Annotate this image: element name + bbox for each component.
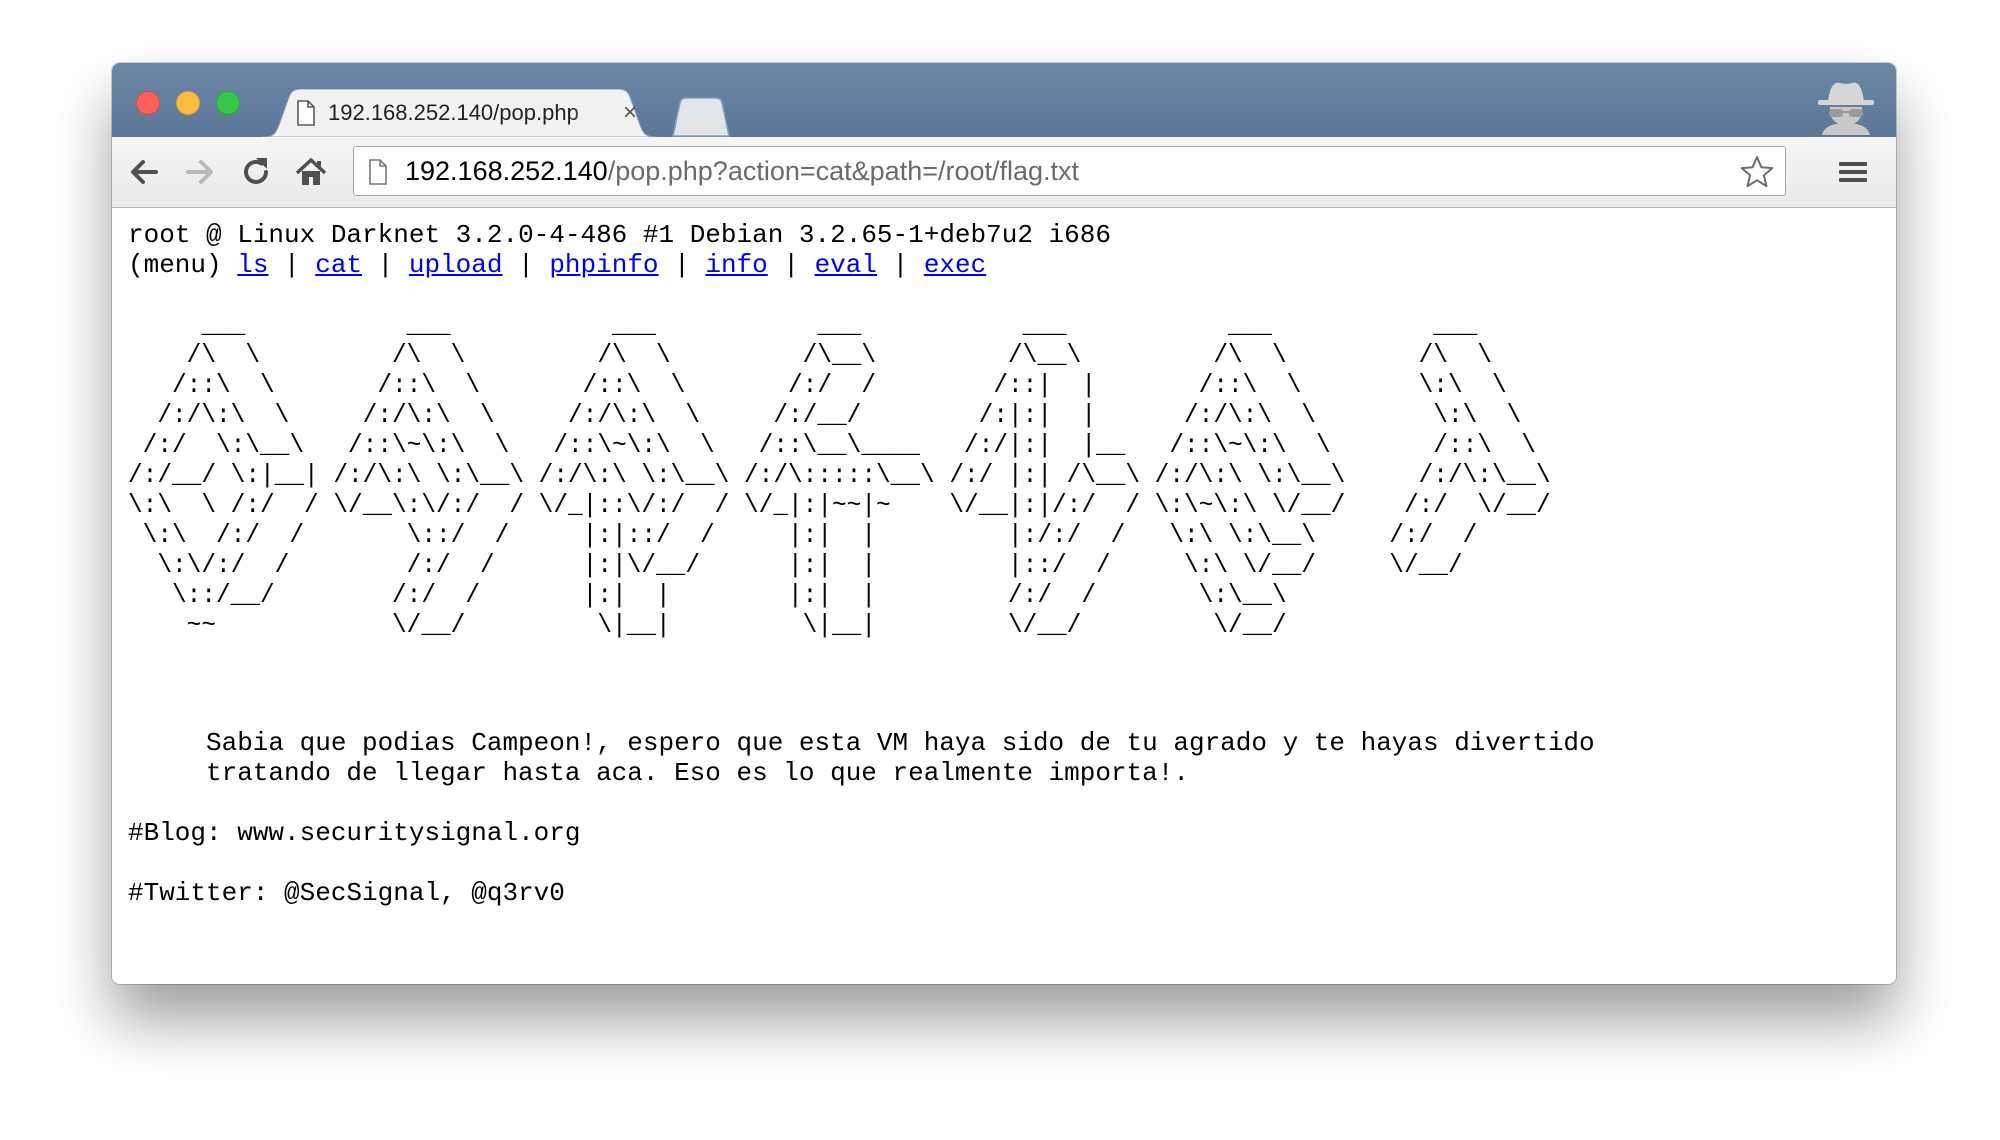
tab-close-icon[interactable]: × xyxy=(618,99,642,127)
browser-window: 192.168.252.140/pop.php × 192.168.252.14… xyxy=(112,63,1896,984)
ascii-art-line: \:\ /:/ / \::/ / |:|::/ / |:| | |:/:/ / … xyxy=(128,520,1478,550)
ascii-art-line: \:\/:/ / /:/ / |:|\/__/ |:| | |::/ / \:\… xyxy=(128,550,1463,580)
ascii-art-line: /::\ \ /::\ \ /::\ \ /:/ / /::| | /::\ \… xyxy=(128,370,1507,400)
ascii-art-line: \::/__/ /:/ / |:| | |:| | /:/ / \:\__\ xyxy=(128,580,1287,610)
ascii-art-line: /:/ \:\__\ /::\~\:\ \ /::\~\:\ \ /::\__\… xyxy=(128,430,1536,460)
desktop-background: 192.168.252.140/pop.php × 192.168.252.14… xyxy=(0,0,2000,1140)
star-icon[interactable] xyxy=(1739,154,1775,190)
flag-message-line: tratando de llegar hasta aca. Eso es lo … xyxy=(206,758,1189,788)
url-path: /pop.php?action=cat&path=/root/flag.txt xyxy=(607,156,1080,186)
active-tab[interactable]: 192.168.252.140/pop.php × xyxy=(262,89,657,137)
document-icon xyxy=(369,159,387,185)
menu-link-exec[interactable]: exec xyxy=(924,250,986,280)
menu-link-info[interactable]: info xyxy=(705,250,767,280)
ascii-art-banner: ___ ___ ___ ___ ___ ___ ___ /\ \ /\ \ /\… xyxy=(128,310,1551,640)
zoom-window-button[interactable] xyxy=(216,91,240,115)
menu-separator: | xyxy=(658,250,706,280)
url-host: 192.168.252.140 xyxy=(405,156,608,186)
menu-prefix: (menu) xyxy=(128,250,238,280)
url-text[interactable]: 192.168.252.140/pop.php?action=cat&path=… xyxy=(405,155,1079,187)
flag-message-line: Sabia que podias Campeon!, espero que es… xyxy=(206,728,1595,758)
home-icon[interactable] xyxy=(292,153,330,191)
browser-toolbar: 192.168.252.140/pop.php?action=cat&path=… xyxy=(112,137,1896,208)
tab-strip: 192.168.252.140/pop.php × xyxy=(112,63,1896,137)
forward-arrow-icon[interactable] xyxy=(180,153,218,191)
menu-link-cat[interactable]: cat xyxy=(315,250,362,280)
menu-separator: | xyxy=(502,250,550,280)
page-content: root @ Linux Darknet 3.2.0-4-486 #1 Debi… xyxy=(112,208,1896,984)
incognito-icon xyxy=(1818,82,1874,135)
new-tab-button[interactable] xyxy=(670,97,732,137)
ascii-art-line: ___ ___ ___ ___ ___ ___ ___ xyxy=(128,310,1478,340)
shell-menu: (menu) ls | cat | upload | phpinfo | inf… xyxy=(128,250,986,280)
menu-link-ls[interactable]: ls xyxy=(237,250,268,280)
document-icon xyxy=(297,100,315,126)
menu-link-upload[interactable]: upload xyxy=(409,250,503,280)
menu-separator: | xyxy=(877,250,924,280)
reload-icon[interactable] xyxy=(237,153,275,191)
ascii-art-line: /:/\:\ \ /:/\:\ \ /:/\:\ \ /:/__/ /:|:| … xyxy=(128,400,1522,430)
menu-separator: | xyxy=(767,250,815,280)
menu-link-eval[interactable]: eval xyxy=(815,250,877,280)
ascii-art-line: /\ \ /\ \ /\ \ /\__\ /\__\ /\ \ /\ \ xyxy=(128,340,1492,370)
ascii-art-line: \:\ \ /:/ / \/__\:\/:/ / \/_|::\/:/ / \/… xyxy=(128,490,1551,520)
menu-link-phpinfo[interactable]: phpinfo xyxy=(549,250,658,280)
minimize-window-button[interactable] xyxy=(176,91,200,115)
ascii-art-line: /:/__/ \:|__| /:/\:\ \:\__\ /:/\:\ \:\__… xyxy=(128,460,1551,490)
menu-separator: | xyxy=(362,250,409,280)
ascii-art-line: ~~ \/__/ \|__| \|__| \/__/ \/__/ xyxy=(128,610,1287,640)
blog-credit: #Blog: www.securitysignal.org xyxy=(128,818,581,848)
twitter-credit: #Twitter: @SecSignal, @q3rv0 xyxy=(128,878,565,908)
close-window-button[interactable] xyxy=(136,91,160,115)
hamburger-menu-icon[interactable] xyxy=(1836,155,1870,189)
address-bar[interactable]: 192.168.252.140/pop.php?action=cat&path=… xyxy=(353,146,1786,196)
menu-separator: | xyxy=(268,250,316,280)
system-info-line: root @ Linux Darknet 3.2.0-4-486 #1 Debi… xyxy=(128,220,1111,250)
tab-title: 192.168.252.140/pop.php xyxy=(328,100,579,125)
back-arrow-icon[interactable] xyxy=(126,153,164,191)
